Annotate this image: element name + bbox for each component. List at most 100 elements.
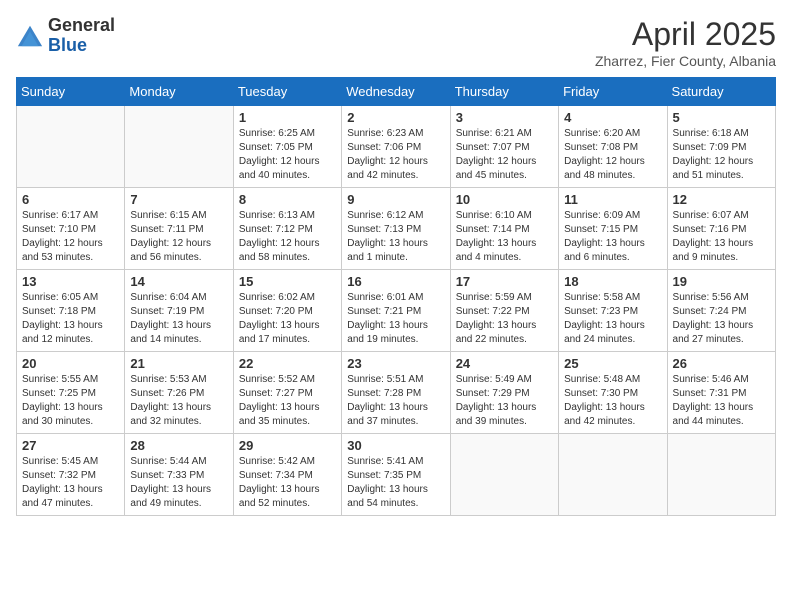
calendar-week-row: 27Sunrise: 5:45 AMSunset: 7:32 PMDayligh…: [17, 434, 776, 516]
month-title: April 2025: [595, 16, 776, 53]
column-header-tuesday: Tuesday: [233, 78, 341, 106]
day-info: Sunrise: 6:21 AMSunset: 7:07 PMDaylight:…: [456, 127, 553, 183]
calendar-table: SundayMondayTuesdayWednesdayThursdayFrid…: [16, 77, 776, 516]
calendar-cell: 21 Sunrise: 5:53 AMSunset: 7:26 PMDayligh…: [125, 352, 233, 434]
logo-general-text: General: [48, 15, 115, 35]
day-info: Sunrise: 5:52 AMSunset: 7:27 PMDaylight:…: [239, 373, 336, 429]
day-info: Sunrise: 5:58 AMSunset: 7:23 PMDaylight:…: [564, 291, 661, 347]
calendar-cell: 18 Sunrise: 5:58 AMSunset: 7:23 PMDayligh…: [559, 270, 667, 352]
day-info: Sunrise: 5:41 AMSunset: 7:35 PMDaylight:…: [347, 455, 444, 511]
calendar-cell: 28 Sunrise: 5:44 AMSunset: 7:33 PMDayligh…: [125, 434, 233, 516]
day-number: 11: [564, 192, 661, 207]
calendar-cell: 3 Sunrise: 6:21 AMSunset: 7:07 PMDaylight…: [450, 106, 558, 188]
logo-blue-text: Blue: [48, 35, 87, 55]
column-header-monday: Monday: [125, 78, 233, 106]
day-info: Sunrise: 6:07 AMSunset: 7:16 PMDaylight:…: [673, 209, 770, 265]
day-number: 8: [239, 192, 336, 207]
day-info: Sunrise: 5:49 AMSunset: 7:29 PMDaylight:…: [456, 373, 553, 429]
day-number: 17: [456, 274, 553, 289]
calendar-cell: 27Sunrise: 5:45 AMSunset: 7:32 PMDayligh…: [17, 434, 125, 516]
day-info: Sunrise: 6:25 AMSunset: 7:05 PMDaylight:…: [239, 127, 336, 183]
calendar-cell: 11Sunrise: 6:09 AMSunset: 7:15 PMDayligh…: [559, 188, 667, 270]
day-info: Sunrise: 6:15 AMSunset: 7:11 PMDaylight:…: [130, 209, 227, 265]
calendar-cell: 26 Sunrise: 5:46 AMSunset: 7:31 PMDayligh…: [667, 352, 775, 434]
calendar-cell: 10 Sunrise: 6:10 AMSunset: 7:14 PMDayligh…: [450, 188, 558, 270]
calendar-cell: 16 Sunrise: 6:01 AMSunset: 7:21 PMDayligh…: [342, 270, 450, 352]
calendar-cell: 6 Sunrise: 6:17 AMSunset: 7:10 PMDaylight…: [17, 188, 125, 270]
title-block: April 2025 Zharrez, Fier County, Albania: [595, 16, 776, 69]
day-number: 6: [22, 192, 119, 207]
calendar-cell: 15Sunrise: 6:02 AMSunset: 7:20 PMDayligh…: [233, 270, 341, 352]
day-number: 3: [456, 110, 553, 125]
page-header: General Blue April 2025 Zharrez, Fier Co…: [16, 16, 776, 69]
day-info: Sunrise: 6:13 AMSunset: 7:12 PMDaylight:…: [239, 209, 336, 265]
calendar-week-row: 1 Sunrise: 6:25 AMSunset: 7:05 PMDaylight…: [17, 106, 776, 188]
calendar-cell: 4 Sunrise: 6:20 AMSunset: 7:08 PMDaylight…: [559, 106, 667, 188]
calendar-cell: 24 Sunrise: 5:49 AMSunset: 7:29 PMDayligh…: [450, 352, 558, 434]
calendar-cell: [667, 434, 775, 516]
calendar-cell: 22 Sunrise: 5:52 AMSunset: 7:27 PMDayligh…: [233, 352, 341, 434]
day-number: 27: [22, 438, 119, 453]
day-number: 28: [130, 438, 227, 453]
day-number: 13: [22, 274, 119, 289]
day-number: 5: [673, 110, 770, 125]
calendar-week-row: 13 Sunrise: 6:05 AMSunset: 7:18 PMDayligh…: [17, 270, 776, 352]
calendar-cell: 30Sunrise: 5:41 AMSunset: 7:35 PMDayligh…: [342, 434, 450, 516]
calendar-week-row: 6 Sunrise: 6:17 AMSunset: 7:10 PMDaylight…: [17, 188, 776, 270]
day-info: Sunrise: 5:59 AMSunset: 7:22 PMDaylight:…: [456, 291, 553, 347]
day-number: 20: [22, 356, 119, 371]
calendar-cell: 12 Sunrise: 6:07 AMSunset: 7:16 PMDayligh…: [667, 188, 775, 270]
day-number: 19: [673, 274, 770, 289]
day-info: Sunrise: 5:53 AMSunset: 7:26 PMDaylight:…: [130, 373, 227, 429]
calendar-cell: 17 Sunrise: 5:59 AMSunset: 7:22 PMDayligh…: [450, 270, 558, 352]
logo-icon: [16, 22, 44, 50]
day-number: 2: [347, 110, 444, 125]
day-info: Sunrise: 6:05 AMSunset: 7:18 PMDaylight:…: [22, 291, 119, 347]
day-number: 12: [673, 192, 770, 207]
calendar-cell: 20 Sunrise: 5:55 AMSunset: 7:25 PMDayligh…: [17, 352, 125, 434]
day-number: 26: [673, 356, 770, 371]
calendar-cell: [559, 434, 667, 516]
day-number: 24: [456, 356, 553, 371]
day-number: 10: [456, 192, 553, 207]
calendar-cell: 5 Sunrise: 6:18 AMSunset: 7:09 PMDaylight…: [667, 106, 775, 188]
calendar-cell: 23Sunrise: 5:51 AMSunset: 7:28 PMDayligh…: [342, 352, 450, 434]
day-number: 9: [347, 192, 444, 207]
day-number: 16: [347, 274, 444, 289]
column-header-wednesday: Wednesday: [342, 78, 450, 106]
day-info: Sunrise: 5:51 AMSunset: 7:28 PMDaylight:…: [347, 373, 444, 429]
day-info: Sunrise: 5:48 AMSunset: 7:30 PMDaylight:…: [564, 373, 661, 429]
day-number: 1: [239, 110, 336, 125]
calendar-cell: 2 Sunrise: 6:23 AMSunset: 7:06 PMDaylight…: [342, 106, 450, 188]
day-info: Sunrise: 6:18 AMSunset: 7:09 PMDaylight:…: [673, 127, 770, 183]
day-info: Sunrise: 6:23 AMSunset: 7:06 PMDaylight:…: [347, 127, 444, 183]
day-number: 4: [564, 110, 661, 125]
calendar-cell: 9 Sunrise: 6:12 AMSunset: 7:13 PMDaylight…: [342, 188, 450, 270]
day-info: Sunrise: 5:56 AMSunset: 7:24 PMDaylight:…: [673, 291, 770, 347]
day-number: 22: [239, 356, 336, 371]
column-header-saturday: Saturday: [667, 78, 775, 106]
day-info: Sunrise: 6:02 AMSunset: 7:20 PMDaylight:…: [239, 291, 336, 347]
calendar-cell: 13 Sunrise: 6:05 AMSunset: 7:18 PMDayligh…: [17, 270, 125, 352]
day-info: Sunrise: 6:17 AMSunset: 7:10 PMDaylight:…: [22, 209, 119, 265]
column-header-thursday: Thursday: [450, 78, 558, 106]
calendar-cell: 19 Sunrise: 5:56 AMSunset: 7:24 PMDayligh…: [667, 270, 775, 352]
calendar-cell: 29Sunrise: 5:42 AMSunset: 7:34 PMDayligh…: [233, 434, 341, 516]
calendar-cell: 1 Sunrise: 6:25 AMSunset: 7:05 PMDaylight…: [233, 106, 341, 188]
calendar-cell: [450, 434, 558, 516]
day-number: 25: [564, 356, 661, 371]
day-info: Sunrise: 6:10 AMSunset: 7:14 PMDaylight:…: [456, 209, 553, 265]
calendar-cell: 7Sunrise: 6:15 AMSunset: 7:11 PMDaylight…: [125, 188, 233, 270]
day-info: Sunrise: 5:55 AMSunset: 7:25 PMDaylight:…: [22, 373, 119, 429]
day-info: Sunrise: 6:12 AMSunset: 7:13 PMDaylight:…: [347, 209, 444, 265]
day-info: Sunrise: 6:04 AMSunset: 7:19 PMDaylight:…: [130, 291, 227, 347]
day-info: Sunrise: 6:01 AMSunset: 7:21 PMDaylight:…: [347, 291, 444, 347]
day-info: Sunrise: 5:46 AMSunset: 7:31 PMDaylight:…: [673, 373, 770, 429]
day-number: 21: [130, 356, 227, 371]
day-info: Sunrise: 5:44 AMSunset: 7:33 PMDaylight:…: [130, 455, 227, 511]
day-number: 18: [564, 274, 661, 289]
location-title: Zharrez, Fier County, Albania: [595, 53, 776, 69]
calendar-week-row: 20 Sunrise: 5:55 AMSunset: 7:25 PMDayligh…: [17, 352, 776, 434]
calendar-cell: 14Sunrise: 6:04 AMSunset: 7:19 PMDayligh…: [125, 270, 233, 352]
day-info: Sunrise: 6:20 AMSunset: 7:08 PMDaylight:…: [564, 127, 661, 183]
